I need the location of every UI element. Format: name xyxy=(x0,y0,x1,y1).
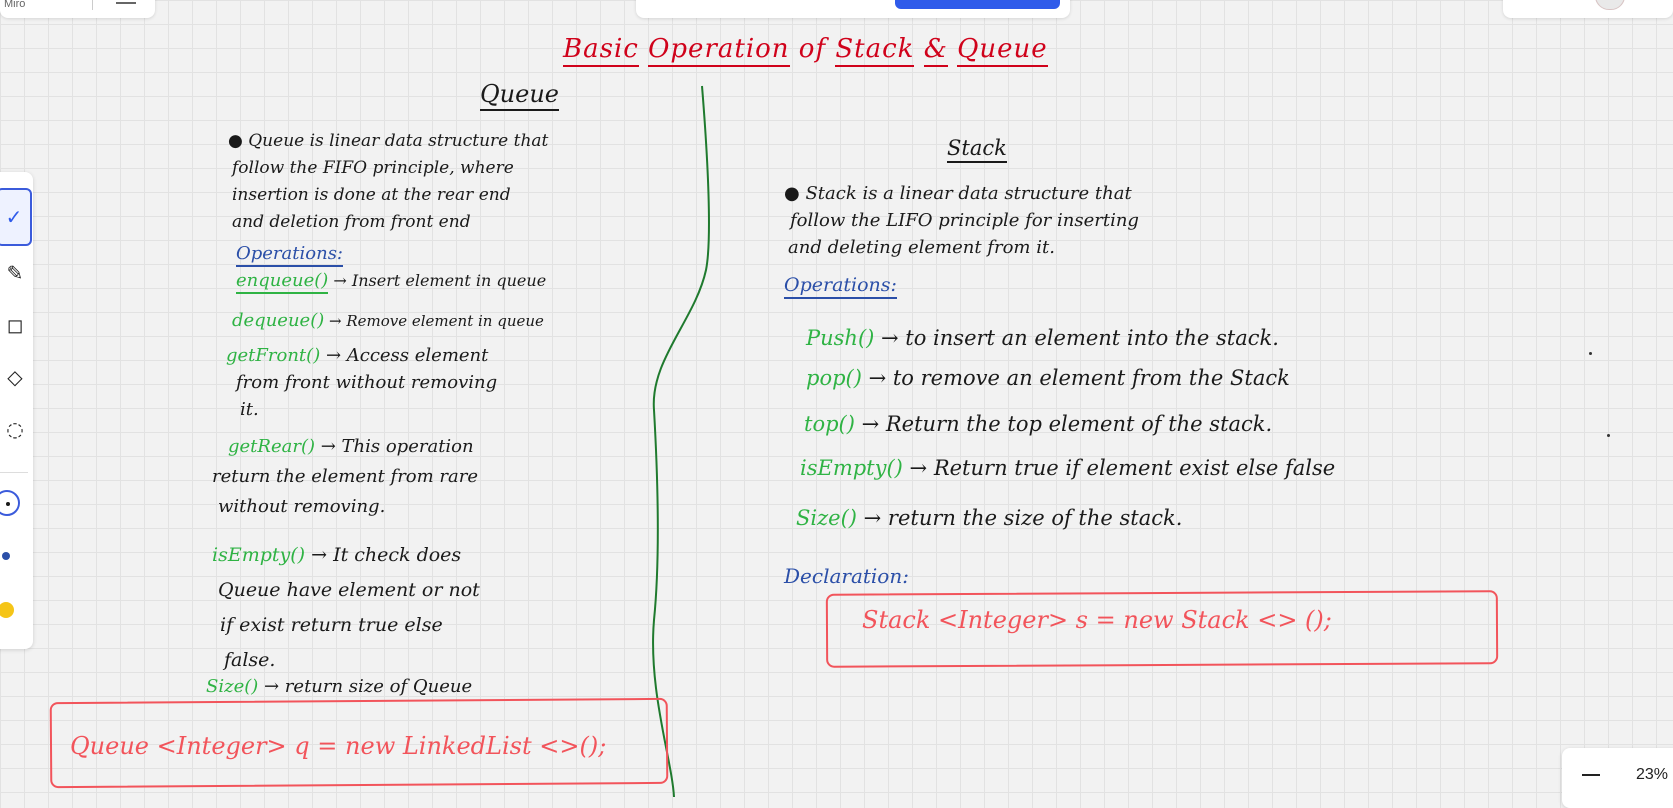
header-divider xyxy=(92,0,93,10)
stack-op-push: Push() → to insert an element into the s… xyxy=(806,326,1279,350)
op-name: isEmpty() xyxy=(800,456,903,480)
op-desc: → Remove element in queue xyxy=(324,312,544,330)
queue-code: Queue <Integer> q = new LinkedList <>(); xyxy=(70,732,607,760)
pen-icon[interactable]: ✓ xyxy=(0,188,32,246)
op-desc: from front without removing xyxy=(236,372,498,393)
op-desc: → This operation xyxy=(315,436,474,457)
board-header: Miro xyxy=(0,0,155,18)
queue-op-enqueue: enqueue() → Insert element in queue xyxy=(236,270,547,294)
op-name: Push() xyxy=(806,326,875,350)
stack-heading: Stack xyxy=(947,136,1007,163)
definition-line: insertion is done at the rear end xyxy=(232,185,511,205)
op-name: enqueue() xyxy=(236,270,329,294)
queue-definition: ● Queue is linear data structure that fo… xyxy=(228,128,548,236)
title-word: Basic xyxy=(563,34,639,67)
queue-op-getfront: getFront() → Access element from front w… xyxy=(226,342,497,423)
stack-code: Stack <Integer> s = new Stack <> (); xyxy=(862,606,1332,634)
op-desc: → return size of Queue xyxy=(258,676,473,697)
collaboration-bar xyxy=(636,0,1070,18)
definition-line: and deletion from front end xyxy=(232,212,471,232)
zoom-out-button[interactable] xyxy=(1582,774,1600,776)
op-name: getRear() xyxy=(228,436,315,457)
color-swatch-black[interactable] xyxy=(0,490,20,516)
avatar[interactable] xyxy=(1595,0,1625,10)
op-name: top() xyxy=(804,412,855,436)
lasso-icon[interactable]: ◌ xyxy=(0,414,30,444)
op-desc: without removing. xyxy=(218,496,386,517)
definition-line: ● Stack is a linear data structure that xyxy=(784,183,1132,204)
toolbar-divider xyxy=(0,472,28,473)
definition-line: follow the FIFO principle, where xyxy=(232,158,514,178)
definition-line: and deleting element from it. xyxy=(788,237,1055,258)
stack-op-pop: pop() → to remove an element from the St… xyxy=(806,366,1290,390)
highlighter-icon[interactable]: ✎ xyxy=(0,258,30,288)
stack-operations-label: Operations: xyxy=(784,274,897,299)
stack-op-isempty: isEmpty() → Return true if element exist… xyxy=(800,456,1335,480)
queue-op-isempty: isEmpty() → It check does Queue have ele… xyxy=(212,538,480,678)
section-divider xyxy=(652,85,710,797)
op-name: pop() xyxy=(806,366,862,390)
shape-icon[interactable]: ◻ xyxy=(0,310,30,340)
op-name: Size() xyxy=(796,506,857,530)
op-desc: Queue have element or not xyxy=(218,579,480,601)
pen-toolbar: ✓ ✎ ◻ ◇ ◌ xyxy=(0,172,33,649)
ink-dot xyxy=(1607,434,1610,437)
op-desc: → Return true if element exist else fals… xyxy=(902,456,1336,480)
op-desc: → return the size of the stack. xyxy=(856,506,1183,530)
queue-heading: Queue xyxy=(480,80,559,111)
share-button[interactable] xyxy=(895,0,1060,9)
op-desc: → to remove an element from the Stack xyxy=(861,366,1290,390)
queue-op-getrear: getRear() → This operation return the el… xyxy=(212,432,478,522)
stack-op-size: Size() → return the size of the stack. xyxy=(796,506,1182,530)
stack-op-top: top() → Return the top element of the st… xyxy=(804,412,1272,436)
page-title: Basic Operation of Stack & Queue xyxy=(563,34,1048,67)
op-desc: return the element from rare xyxy=(212,466,479,487)
title-word: of xyxy=(798,34,827,64)
definition-line: ● Queue is linear data structure that xyxy=(228,131,549,151)
eraser-icon[interactable]: ◇ xyxy=(0,362,30,392)
op-name: getFront() xyxy=(226,345,321,366)
op-name: isEmpty() xyxy=(212,544,306,566)
op-name: dequeue() xyxy=(232,310,325,331)
title-word: Operation xyxy=(648,34,790,67)
queue-op-dequeue: dequeue() → Remove element in queue xyxy=(232,310,544,331)
title-word: Stack xyxy=(835,34,915,67)
op-desc: false. xyxy=(224,649,276,671)
color-swatch-blue[interactable] xyxy=(0,544,20,570)
stack-declaration-label: Declaration: xyxy=(784,564,909,588)
op-desc: → It check does xyxy=(305,544,462,566)
op-desc: → Insert element in queue xyxy=(328,271,547,290)
zoom-level[interactable]: 23% xyxy=(1636,766,1668,784)
queue-operations-label: Operations: xyxy=(236,243,343,267)
zoom-control: 23% xyxy=(1562,748,1673,808)
app-brand[interactable]: Miro xyxy=(4,0,25,10)
op-desc: if exist return true else xyxy=(220,614,443,636)
op-name: Size() xyxy=(206,676,259,697)
op-desc: it. xyxy=(240,399,259,420)
op-desc: → to insert an element into the stack. xyxy=(874,326,1279,350)
title-word: Queue xyxy=(957,34,1048,67)
color-swatch-yellow[interactable] xyxy=(0,598,20,624)
ink-dot xyxy=(1589,352,1592,355)
user-bar xyxy=(1503,0,1673,18)
title-word: & xyxy=(923,34,948,67)
op-desc: → Return the top element of the stack. xyxy=(854,412,1273,436)
queue-op-size: Size() → return size of Queue xyxy=(206,676,472,697)
stack-definition: ● Stack is a linear data structure that … xyxy=(784,180,1139,261)
menu-icon[interactable] xyxy=(116,2,136,4)
op-desc: → Access element xyxy=(320,345,489,366)
definition-line: follow the LIFO principle for inserting xyxy=(790,210,1139,231)
